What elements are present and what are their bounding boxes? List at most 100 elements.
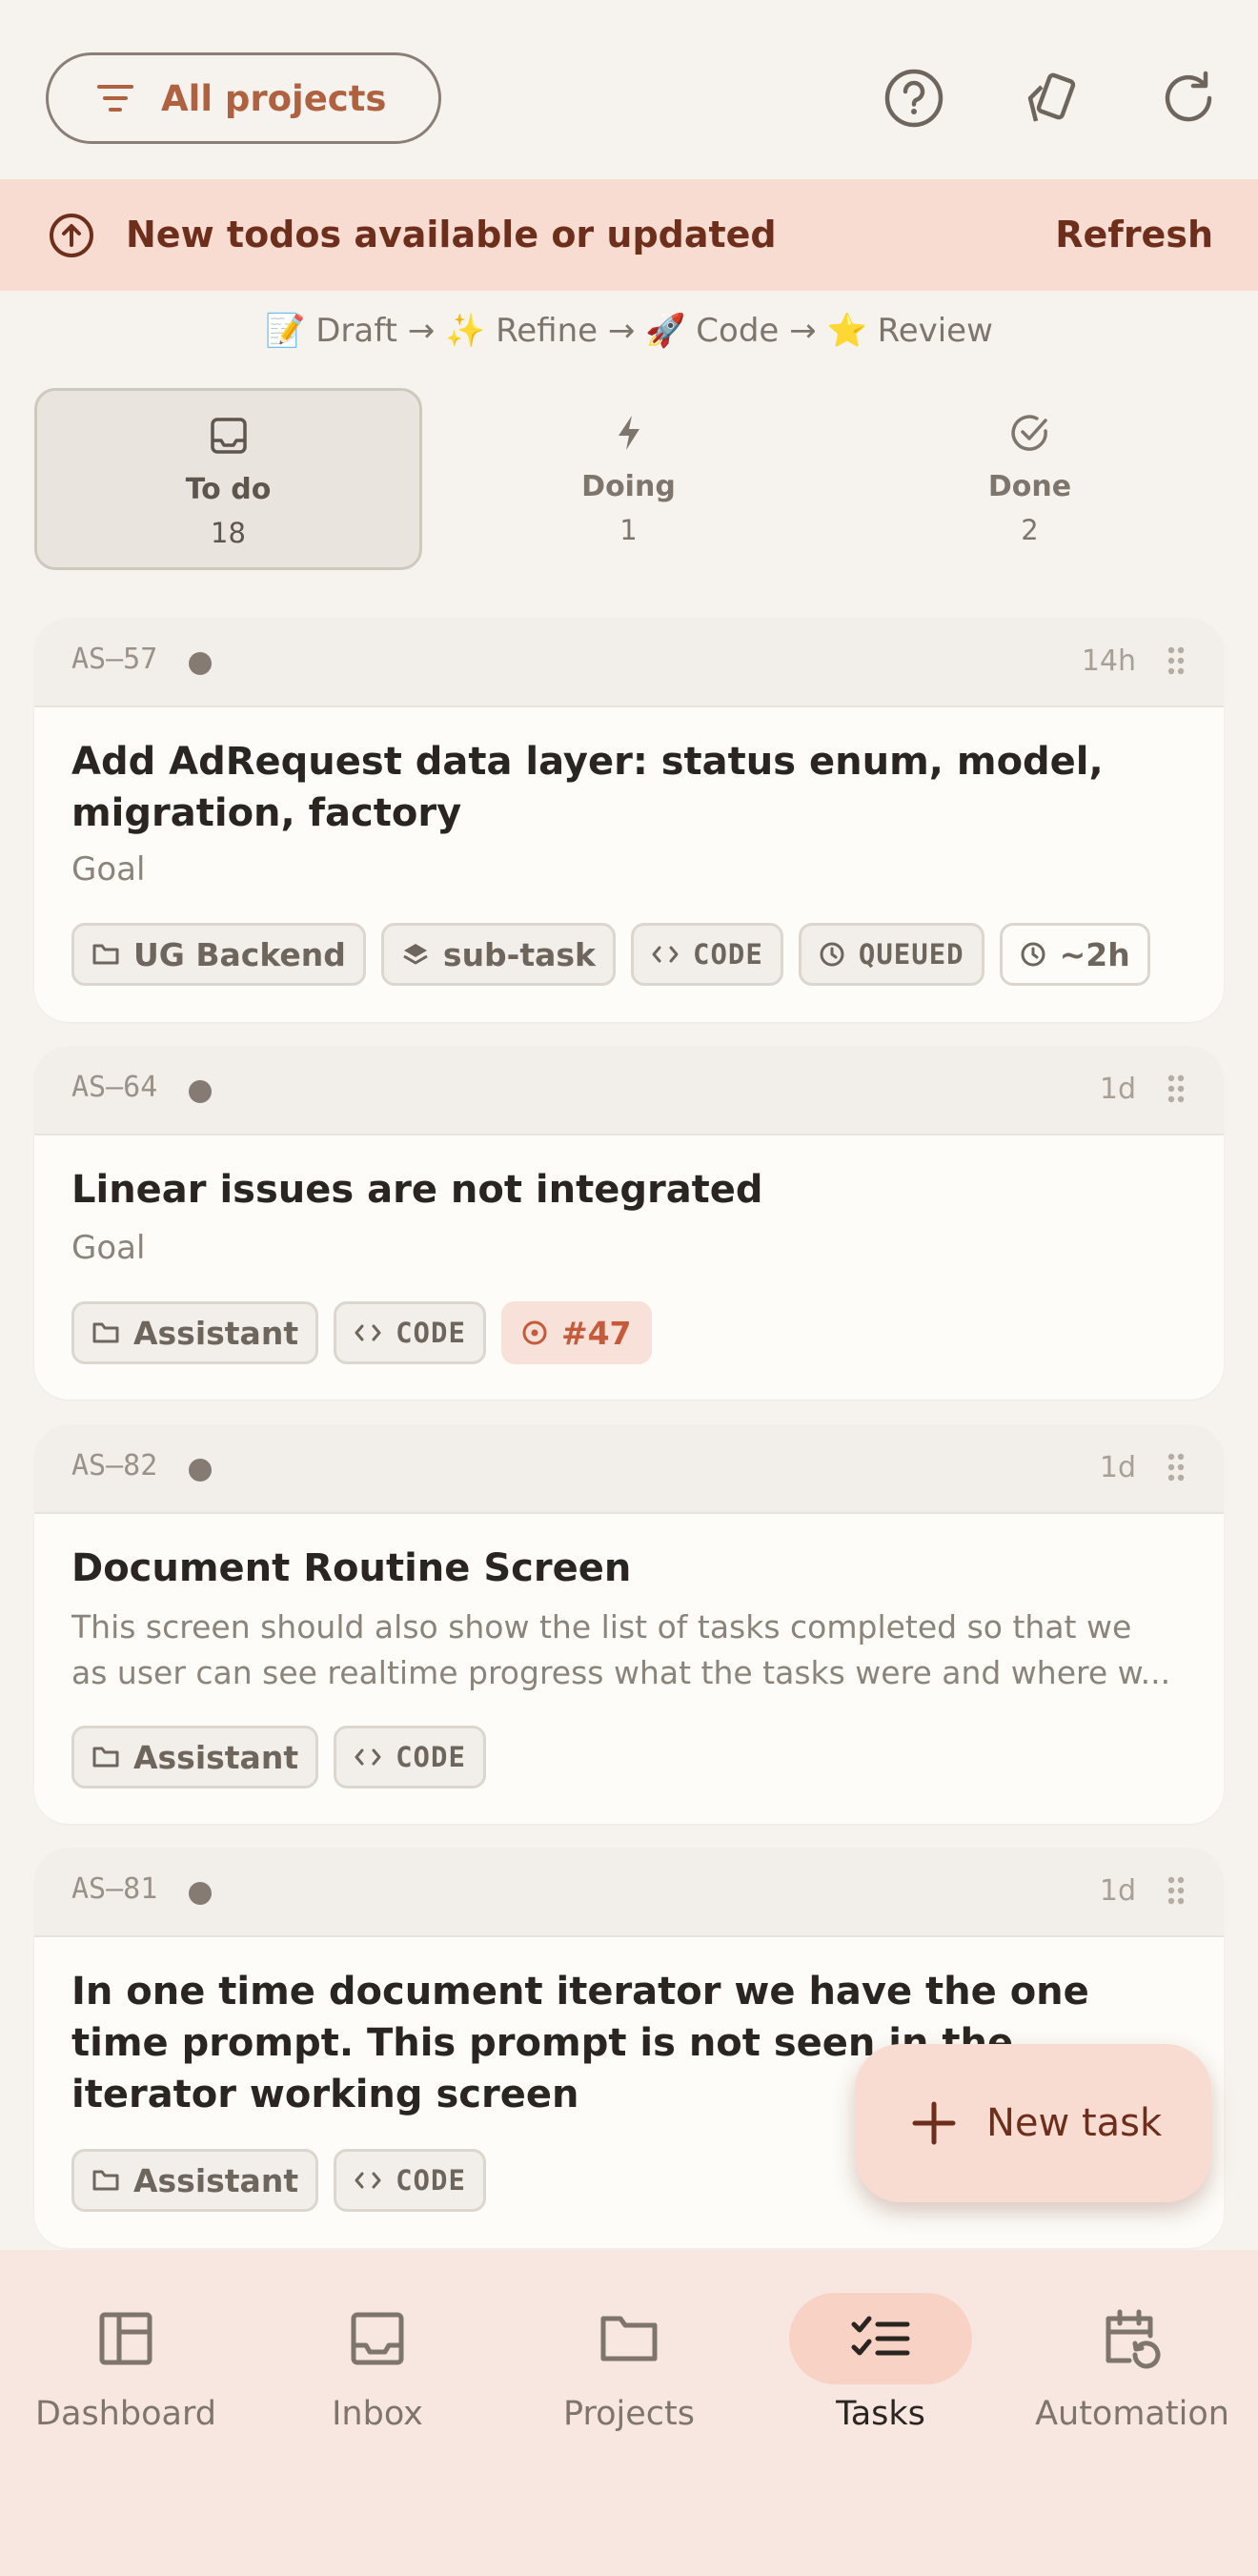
stage-tag[interactable]: CODE [334, 1726, 486, 1789]
nav-projects-label: Projects [563, 2395, 695, 2433]
bolt-icon [618, 416, 639, 450]
nav-dashboard[interactable]: Dashboard [0, 2250, 252, 2441]
nav-automation[interactable]: Automation [1006, 2250, 1258, 2441]
tab-done-label: Done [987, 470, 1072, 503]
nav-tasks-label: Tasks [836, 2395, 925, 2433]
folder-icon [92, 2170, 119, 2191]
task-tags: Assistant CODE [71, 2149, 486, 2212]
project-tag[interactable]: Assistant [71, 2149, 319, 2212]
nav-automation-label: Automation [1035, 2395, 1229, 2433]
tab-doing[interactable]: Doing 1 [435, 388, 822, 570]
status-tag[interactable]: QUEUED [798, 923, 984, 986]
status-dot [189, 1882, 212, 1905]
tab-doing-label: Doing [581, 470, 676, 503]
task-card-header: AS–82 1d [34, 1424, 1224, 1514]
project-tag-label: Assistant [133, 2161, 299, 2199]
drag-handle-icon[interactable] [1167, 645, 1186, 676]
task-id: AS–57 [71, 643, 158, 676]
stage-tag[interactable]: CODE [334, 1301, 486, 1364]
status-tag-label: QUEUED [858, 938, 964, 971]
task-age: 1d [1099, 1874, 1136, 1908]
task-tags: Assistant CODE [71, 1726, 486, 1789]
dashboard-icon [99, 2312, 152, 2365]
task-goal: Goal [71, 1229, 146, 1267]
estimate-tag[interactable]: ~2h [999, 923, 1150, 986]
refresh-icon[interactable] [1157, 67, 1220, 130]
code-icon [652, 946, 679, 963]
nav-inbox-label: Inbox [332, 2395, 423, 2433]
task-card-header: AS–64 1d [34, 1046, 1224, 1135]
banner-message: New todos available or updated [126, 214, 777, 256]
stage-tag-label: CODE [396, 2164, 466, 2197]
top-bar: All projects [0, 0, 1258, 179]
task-card[interactable]: AS–57 14h Add AdRequest data layer: stat… [34, 618, 1224, 1022]
all-projects-button[interactable]: All projects [46, 52, 441, 144]
task-tags: UG Backend sub-task CODE QUEUED ~2h [71, 923, 1150, 986]
calendar-clock-icon [1106, 2309, 1161, 2369]
arrow-up-circle-icon [50, 214, 93, 257]
task-id: AS–64 [71, 1071, 158, 1104]
nav-dashboard-label: Dashboard [35, 2395, 216, 2433]
help-icon[interactable] [883, 67, 945, 130]
tab-done-count: 2 [1021, 514, 1039, 546]
drag-handle-icon[interactable] [1167, 1875, 1186, 1906]
tab-todo[interactable]: To do 18 [34, 388, 422, 570]
nav-tasks[interactable]: Tasks [755, 2250, 1006, 2441]
project-tag-label: UG Backend [133, 935, 346, 973]
nav-inbox[interactable]: Inbox [252, 2250, 503, 2441]
code-icon [355, 2172, 381, 2189]
all-projects-label: All projects [161, 77, 387, 119]
stage-tag[interactable]: CODE [631, 923, 783, 986]
task-age: 14h [1081, 644, 1136, 678]
task-card[interactable]: AS–64 1d Linear issues are not integrate… [34, 1046, 1224, 1400]
tab-done[interactable]: Done 2 [836, 388, 1224, 570]
tab-todo-count: 18 [211, 517, 246, 549]
issue-tag[interactable]: #47 [500, 1301, 652, 1364]
issue-icon [522, 1320, 547, 1345]
new-task-button[interactable]: New task [855, 2044, 1211, 2202]
update-banner: New todos available or updated Refresh [0, 179, 1258, 291]
bottom-nav: Dashboard Inbox Projects Tasks Automatio… [0, 2250, 1258, 2576]
drag-handle-icon[interactable] [1167, 1452, 1186, 1482]
task-card-header: AS–81 1d [34, 1848, 1224, 1937]
project-tag[interactable]: UG Backend [71, 923, 366, 986]
code-icon [355, 1324, 381, 1341]
check-circle-icon [1010, 415, 1047, 451]
tasks-icon [851, 2316, 910, 2356]
clock-icon [1021, 942, 1045, 967]
layers-icon [403, 944, 428, 965]
task-tags: Assistant CODE #47 [71, 1301, 652, 1364]
new-task-label: New task [986, 2101, 1163, 2145]
project-tag[interactable]: Assistant [71, 1301, 319, 1364]
task-goal: Goal [71, 850, 146, 889]
stage-tag-label: CODE [396, 1317, 466, 1349]
inbox-icon [210, 418, 247, 454]
issue-tag-label: #47 [560, 1314, 632, 1352]
inbox-icon [351, 2312, 404, 2365]
task-card[interactable]: AS–82 1d Document Routine Screen This sc… [34, 1424, 1224, 1824]
type-tag[interactable]: sub-task [380, 923, 617, 986]
code-icon [355, 1748, 381, 1766]
filter-icon [97, 85, 133, 112]
project-tag[interactable]: Assistant [71, 1726, 319, 1789]
task-description-line: as user can see realtime progress what t… [71, 1654, 1171, 1691]
task-title: Add AdRequest data layer: status enum, m… [71, 740, 1104, 835]
stage-tag[interactable]: CODE [334, 2149, 486, 2212]
task-title: Document Routine Screen [71, 1546, 632, 1590]
status-tabs: To do 18 Doing 1 Done 2 [34, 388, 1224, 570]
task-id: AS–82 [71, 1449, 158, 1482]
tab-doing-count: 1 [619, 514, 638, 546]
status-dot [189, 652, 212, 675]
banner-refresh-button[interactable]: Refresh [1055, 214, 1213, 256]
workflow-steps: 📝 Draft → ✨ Refine → 🚀 Code → ⭐ Review [265, 312, 993, 350]
task-age: 1d [1099, 1073, 1136, 1106]
drag-handle-icon[interactable] [1167, 1073, 1186, 1104]
task-title: Linear issues are not integrated [71, 1168, 763, 1212]
tags-icon[interactable] [1020, 67, 1083, 130]
status-dot [189, 1459, 212, 1482]
nav-projects[interactable]: Projects [503, 2250, 755, 2441]
task-id: AS–81 [71, 1872, 158, 1906]
folder-icon [92, 1747, 119, 1768]
type-tag-label: sub-task [442, 935, 597, 973]
estimate-tag-label: ~2h [1059, 935, 1130, 973]
